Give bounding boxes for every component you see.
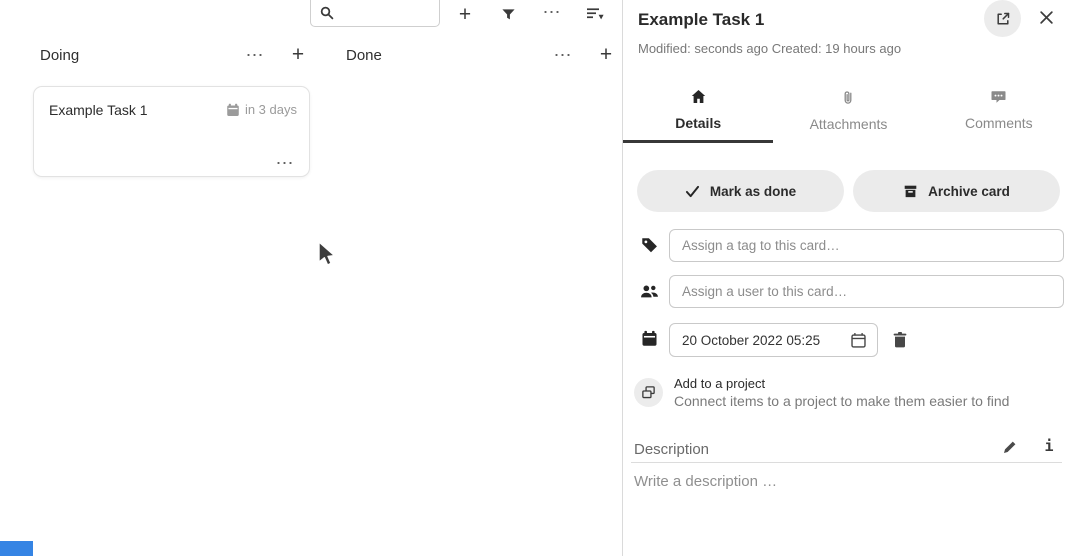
user-input[interactable] — [670, 276, 1063, 307]
edit-description-button[interactable] — [999, 437, 1021, 457]
ellipsis-icon: ⋯ — [554, 46, 573, 64]
calendar-picker-icon[interactable] — [850, 332, 867, 349]
add-card-toolbar-button[interactable]: + — [452, 1, 478, 27]
card-more-button[interactable]: ⋯ — [273, 154, 297, 172]
tab-details[interactable]: Details — [623, 80, 773, 143]
pencil-icon — [1002, 439, 1018, 455]
card-detail-panel: Example Task 1 Modified: seconds ago Cre… — [622, 0, 1073, 556]
sort-list-icon — [586, 6, 605, 22]
mark-as-done-label: Mark as done — [710, 184, 796, 199]
calendar-icon — [226, 103, 240, 117]
external-link-icon — [995, 11, 1011, 27]
plus-icon: + — [459, 4, 471, 25]
search-icon — [311, 6, 334, 26]
column-doing-more-button[interactable]: ⋯ — [243, 46, 267, 64]
card-due-date: in 3 days — [226, 102, 297, 117]
open-in-window-button[interactable] — [984, 0, 1021, 37]
archive-card-label: Archive card — [928, 184, 1010, 199]
calendar-icon — [641, 330, 658, 347]
add-to-project-row[interactable] — [634, 378, 663, 407]
column-title-done: Done — [346, 47, 382, 64]
remove-due-date-button[interactable] — [889, 328, 911, 350]
archive-card-button[interactable]: Archive card — [853, 170, 1060, 212]
trash-icon — [892, 331, 908, 348]
due-date-value: 20 October 2022 05:25 — [682, 333, 850, 348]
mark-as-done-button[interactable]: Mark as done — [637, 170, 844, 212]
panel-title: Example Task 1 — [638, 10, 764, 30]
tab-attachments[interactable]: Attachments — [773, 80, 923, 143]
user-input-field[interactable] — [669, 275, 1064, 308]
panel-meta: Modified: seconds ago Created: 19 hours … — [638, 41, 901, 56]
due-date-field[interactable]: 20 October 2022 05:25 — [669, 323, 878, 357]
tab-attachments-label: Attachments — [810, 116, 888, 132]
mouse-cursor — [317, 240, 337, 270]
add-to-project-title[interactable]: Add to a project — [674, 376, 765, 391]
column-doing-add-button[interactable]: + — [286, 42, 310, 66]
search-input[interactable] — [334, 2, 518, 26]
card-title: Example Task 1 — [49, 102, 148, 118]
plus-icon: + — [292, 44, 304, 65]
tag-input-field[interactable] — [669, 229, 1064, 262]
app-window: + ⋯ Doing ⋯ + Done ⋯ + — [0, 0, 1073, 556]
archive-icon — [903, 184, 918, 199]
more-options-button[interactable]: ⋯ — [541, 3, 563, 21]
close-panel-button[interactable] — [1037, 8, 1055, 26]
plus-icon: + — [600, 44, 612, 65]
column-done-add-button[interactable]: + — [594, 42, 618, 66]
add-to-project-subtitle: Connect items to a project to make them … — [674, 393, 1009, 409]
tag-input[interactable] — [670, 230, 1063, 261]
task-card[interactable]: Example Task 1 in 3 days ⋯ — [33, 86, 310, 177]
info-icon: i — [1044, 437, 1053, 455]
tag-icon — [641, 237, 658, 254]
description-placeholder[interactable]: Write a description … — [634, 473, 777, 490]
panel-tabs: Details Attachments Comments — [623, 80, 1073, 143]
selection-rect — [0, 541, 33, 556]
users-icon — [640, 283, 659, 300]
description-label: Description — [634, 441, 709, 458]
column-done-more-button[interactable]: ⋯ — [551, 46, 575, 64]
comment-icon — [990, 89, 1007, 105]
tab-comments-label: Comments — [965, 115, 1033, 131]
ellipsis-icon: ⋯ — [246, 46, 265, 64]
tab-details-label: Details — [675, 115, 721, 131]
card-due-label: in 3 days — [245, 102, 297, 117]
ellipsis-icon: ⋯ — [276, 154, 295, 172]
tab-comments[interactable]: Comments — [924, 80, 1073, 143]
filter-button[interactable] — [498, 4, 518, 24]
search-box[interactable] — [310, 0, 440, 27]
kanban-board: + ⋯ Doing ⋯ + Done ⋯ + — [0, 0, 622, 556]
ellipsis-icon: ⋯ — [543, 3, 562, 21]
check-icon — [685, 185, 700, 198]
column-title-doing: Doing — [40, 47, 79, 64]
project-stack-icon — [641, 385, 656, 400]
description-info-button[interactable]: i — [1039, 436, 1059, 456]
home-icon — [690, 89, 707, 105]
sort-view-button[interactable] — [584, 4, 606, 24]
close-icon — [1039, 10, 1054, 25]
description-separator — [631, 462, 1062, 463]
paperclip-icon — [841, 89, 855, 106]
filter-icon — [501, 7, 516, 22]
